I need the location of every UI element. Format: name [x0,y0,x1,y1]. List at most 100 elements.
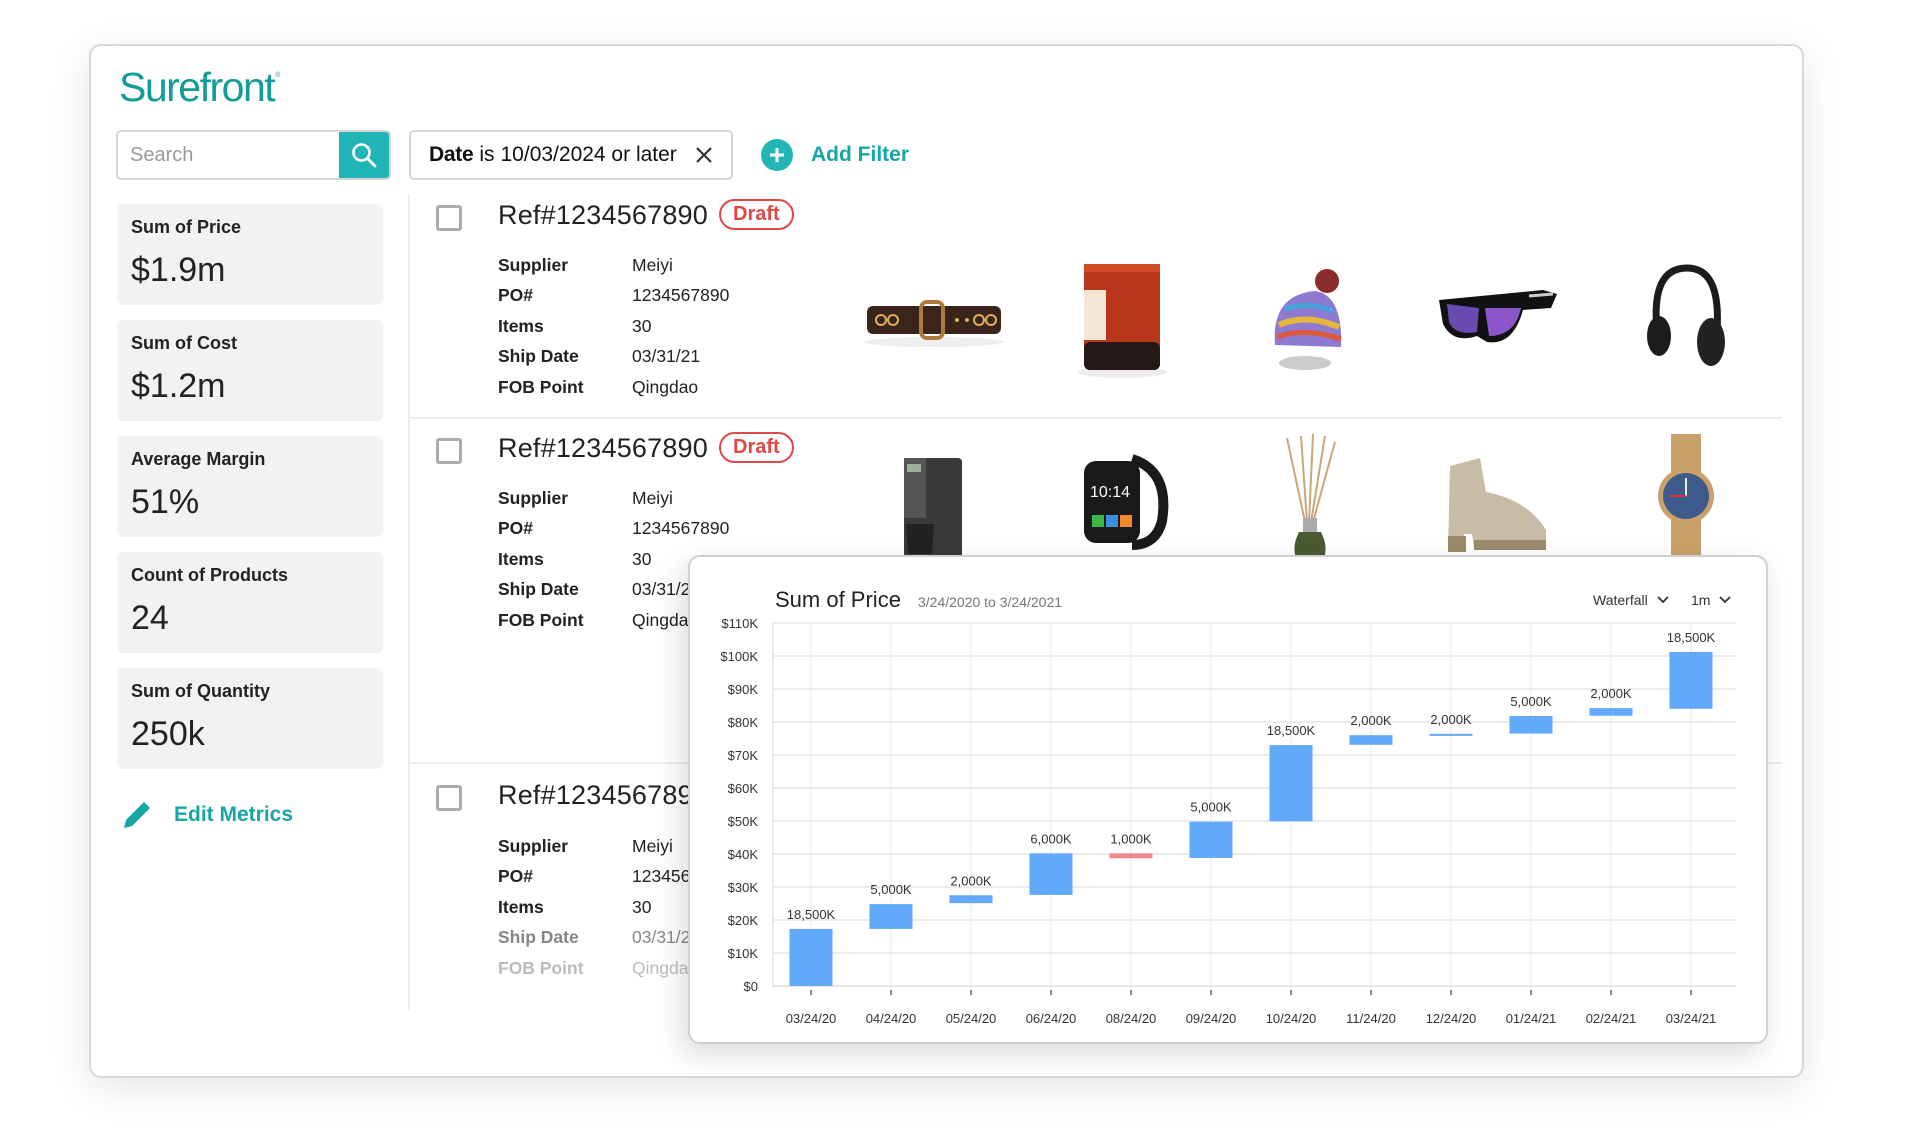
order-row[interactable]: Ref#1234567890 Draft Supplier Meiyi PO# 12… [410,195,1782,419]
field-value: Meiyi [632,487,673,508]
product-thumb-smartwatch[interactable]: 10:14 [1028,431,1216,561]
order-ref[interactable]: Ref#1234567890 [498,200,708,231]
field-label: Items [498,548,544,569]
product-thumb-sunglasses[interactable] [1404,255,1592,385]
y-tick-label: $50K [728,814,759,829]
y-tick-label: $80K [728,715,759,730]
field-label: FOB Point [498,609,584,630]
bar-value-label: 1,000K [1110,831,1152,846]
logo-text: Surefront [119,64,276,110]
product-thumbnails [840,255,1780,385]
x-tick-label: 09/24/20 [1186,1011,1237,1026]
product-thumb-heeled-boot[interactable] [1404,431,1592,561]
y-tick-label: $60K [728,781,759,796]
metric-label: Count of Products [131,565,288,585]
status-badge: Draft [719,199,794,230]
x-tick-label: 03/24/21 [1666,1011,1717,1026]
x-tick-label: 01/24/21 [1506,1011,1557,1026]
candle-icon [1077,264,1167,378]
y-tick-label: $90K [728,682,759,697]
field-value: 30 [632,315,652,336]
registered-mark: ® [275,72,280,79]
coffee-maker-icon [904,458,962,558]
surefront-logo[interactable]: Surefront® [119,64,280,111]
waterfall-bar [1669,652,1713,709]
order-ref[interactable]: Ref#1234567890 [498,780,708,811]
y-tick-label: $70K [728,748,759,763]
field-value: Meiyi [632,835,673,856]
x-tick-label: 08/24/20 [1106,1011,1157,1026]
search-button[interactable] [339,132,389,178]
field-label: FOB Point [498,957,584,978]
add-filter-label: Add Filter [811,143,909,166]
field-items: Items 30 [498,311,729,342]
search-input[interactable] [118,132,343,178]
metric-card-average-margin[interactable]: Average Margin 51% [117,436,383,537]
remove-filter-icon[interactable] [693,144,715,166]
waterfall-bar [1269,745,1313,822]
field-label: Supplier [498,487,569,508]
field-po: PO# 1234567890 [498,514,729,545]
row-checkbox[interactable] [436,785,462,811]
waterfall-bar [1349,735,1393,745]
filter-chip-date[interactable]: Date is 10/03/2024 or later [409,130,733,180]
svg-text:10:14: 10:14 [1090,484,1130,501]
product-thumb-beanie[interactable] [1216,255,1404,385]
metric-label: Sum of Quantity [131,681,270,701]
field-ship-date: Ship Date 03/31/21 [498,342,729,373]
metric-card-count-of-products[interactable]: Count of Products 24 [117,552,383,653]
diffuser-icon [1286,433,1336,560]
status-badge: Draft [719,432,794,463]
field-supplier: Supplier Meiyi [498,250,729,281]
field-label: Ship Date [498,927,579,948]
sunglasses-icon [1439,290,1557,343]
bar-value-label: 2,000K [1590,686,1632,701]
edit-metrics-button[interactable]: Edit Metrics [120,798,293,832]
product-thumb-coffee-maker[interactable] [840,431,1028,561]
metric-value: 250k [131,715,205,753]
x-tick-label: 03/24/20 [786,1011,837,1026]
x-tick-label: 12/24/20 [1426,1011,1477,1026]
smartwatch-icon: 10:14 [1084,454,1169,550]
beanie-icon [1274,269,1342,370]
field-value: 30 [632,896,652,917]
product-thumb-wristwatch[interactable] [1592,431,1780,561]
metric-card-sum-of-price[interactable]: Sum of Price $1.9m [117,204,383,305]
x-tick-label: 05/24/20 [946,1011,997,1026]
metric-value: 51% [131,483,200,521]
product-thumb-candle[interactable] [1028,255,1216,385]
search-box [116,130,391,180]
row-checkbox[interactable] [436,205,462,231]
waterfall-bar [1589,708,1633,716]
bar-value-label: 18,500K [1667,630,1716,645]
field-label: Ship Date [498,346,579,367]
metric-card-sum-of-cost[interactable]: Sum of Cost $1.2m [117,320,383,421]
bar-value-label: 5,000K [1190,800,1232,815]
boot-icon [1448,458,1546,552]
row-checkbox[interactable] [436,438,462,464]
headphones-icon [1647,264,1725,366]
waterfall-bar [1109,853,1153,859]
waterfall-bar [949,895,993,904]
x-tick-label: 10/24/20 [1266,1011,1317,1026]
product-thumb-headphones[interactable] [1592,255,1780,385]
chart-panel: Sum of Price 3/24/2020 to 3/24/2021 Wate… [688,555,1768,1044]
field-value: Qingdao [632,376,699,397]
field-label: PO# [498,285,534,306]
wristwatch-icon [1658,434,1714,558]
x-tick-label: 04/24/20 [866,1011,917,1026]
order-ref[interactable]: Ref#1234567890 [498,433,708,464]
plus-circle-icon [761,139,793,171]
metric-card-sum-of-quantity[interactable]: Sum of Quantity 250k [117,668,383,769]
edit-metrics-label: Edit Metrics [174,803,294,826]
filter-operator: is [479,143,495,166]
product-thumb-reed-diffuser[interactable] [1216,431,1404,561]
field-label: Supplier [498,254,569,275]
field-label: FOB Point [498,376,584,397]
y-tick-label: $0 [744,979,758,994]
order-fields: Supplier Meiyi PO# 1234567890 Items 30 Ship… [498,250,729,403]
add-filter-button[interactable]: Add Filter [761,139,909,171]
bar-value-label: 18,500K [787,907,836,922]
waterfall-bar [1509,716,1553,734]
product-thumb-belt[interactable] [840,255,1028,385]
